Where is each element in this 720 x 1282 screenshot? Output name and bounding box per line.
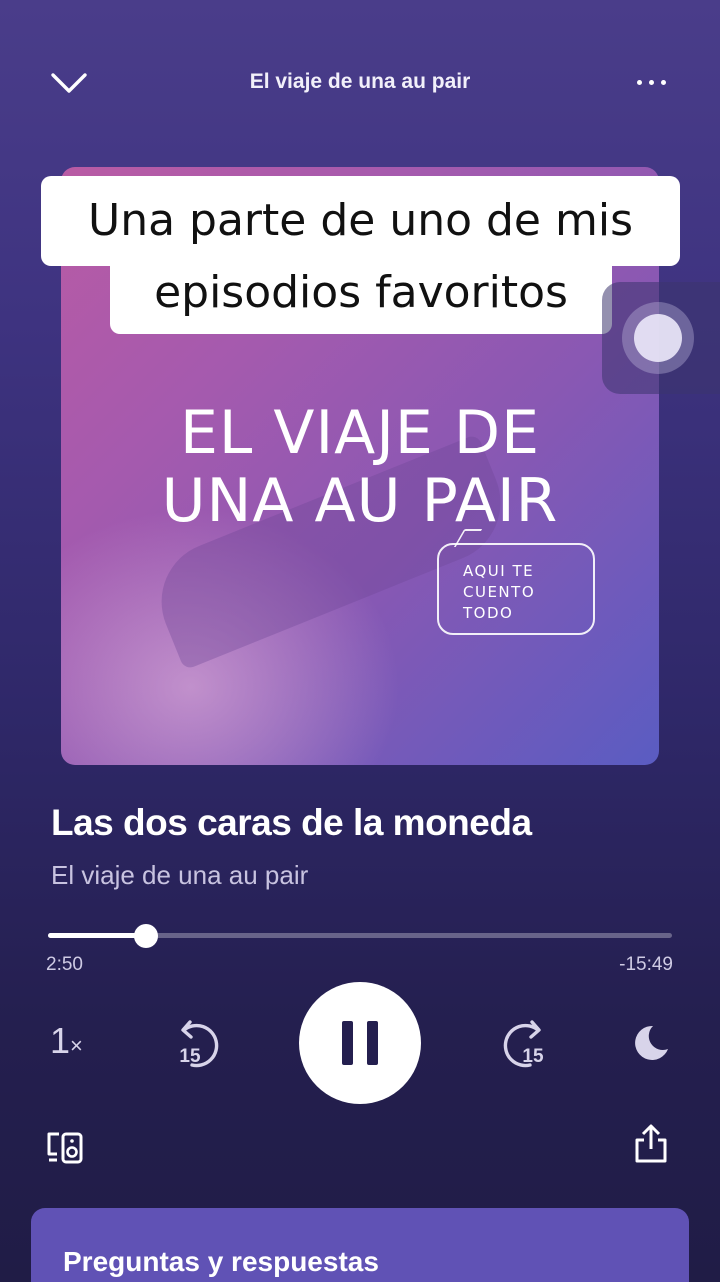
remaining-time: -15:49 — [619, 954, 673, 975]
progress-handle[interactable] — [133, 924, 158, 948]
svg-text:15: 15 — [179, 1046, 201, 1067]
rewind-15-button[interactable]: 15 — [166, 1014, 226, 1074]
share-icon — [635, 1124, 667, 1163]
artwork-speech-bubble: AQUI TE CUENTO TODO — [437, 529, 595, 635]
show-name-link[interactable]: El viaje de una au pair — [51, 860, 308, 891]
chevron-down-icon — [51, 73, 87, 93]
assistive-touch-button[interactable] — [602, 282, 720, 394]
connect-device-icon — [47, 1132, 83, 1164]
header-title: El viaje de una au pair — [249, 70, 471, 93]
overlay-caption-line-2: episodios favoritos — [110, 262, 612, 334]
forward-15-button[interactable]: 15 — [496, 1014, 556, 1074]
progress-fill — [48, 933, 146, 938]
share-button[interactable] — [630, 1122, 672, 1166]
connect-device-button[interactable] — [42, 1126, 88, 1170]
sleep-timer-button[interactable] — [626, 1018, 676, 1068]
rewind-15-icon: 15 — [179, 1020, 219, 1068]
card-title: Preguntas y respuestas — [63, 1246, 379, 1277]
pause-icon — [342, 1021, 353, 1065]
overlay-caption-line-1: Una parte de uno de mis — [41, 176, 680, 266]
elapsed-time: 2:50 — [46, 954, 83, 975]
playback-speed-button[interactable]: 1× — [50, 1020, 94, 1068]
artwork-title: EL VIAJE DE UNA AU PAIR — [161, 398, 559, 536]
more-horizontal-icon — [636, 79, 642, 85]
now-playing-header: El viaje de una au pair — [0, 0, 720, 170]
collapse-button[interactable] — [44, 60, 94, 106]
more-options-button[interactable] — [624, 62, 678, 102]
forward-15-icon: 15 — [503, 1020, 544, 1068]
svg-text:15: 15 — [522, 1046, 544, 1067]
progress-slider[interactable] — [48, 924, 672, 948]
questions-answers-card[interactable]: Preguntas y respuestas — [31, 1208, 689, 1282]
pause-button[interactable] — [299, 982, 421, 1104]
episode-title: Las dos caras de la moneda — [51, 802, 532, 843]
moon-icon — [635, 1025, 668, 1060]
